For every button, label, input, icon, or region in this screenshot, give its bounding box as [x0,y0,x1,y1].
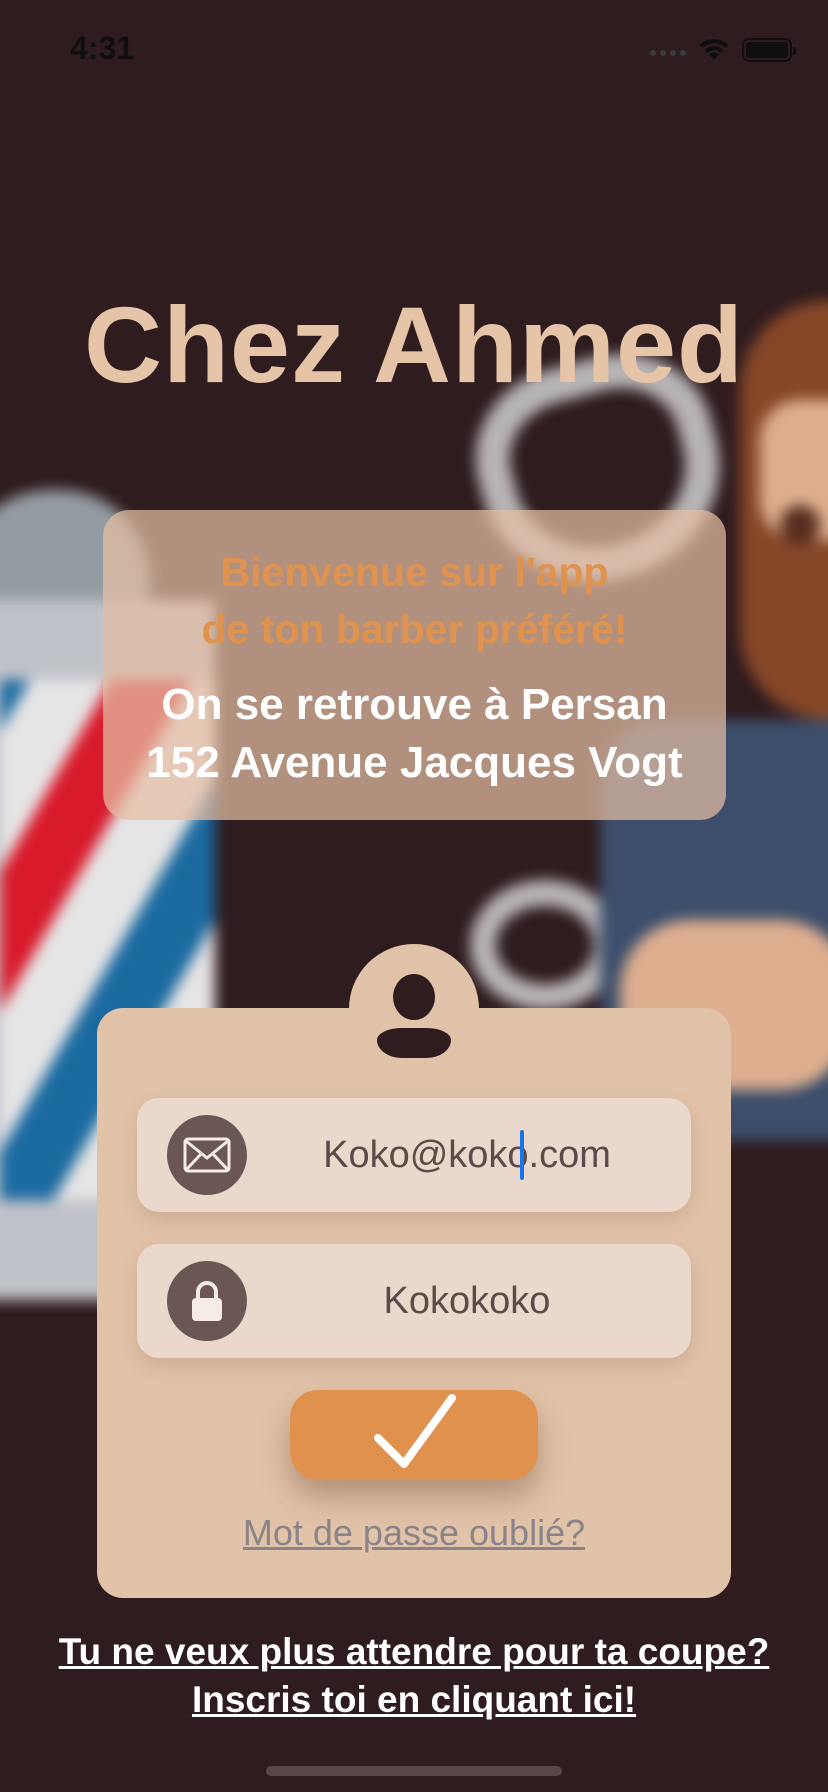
login-screen: 4:31 Chez Ahmed Bienvenue sur l'app de t… [0,0,828,1792]
address-block: On se retrouve à Persan 152 Avenue Jacqu… [103,676,726,792]
cellular-signal-icon [650,50,686,56]
login-card: Mot de passe oublié? [97,1008,731,1598]
barber-eye [780,505,820,545]
checkmark-icon [374,1394,456,1468]
envelope-icon [167,1115,247,1195]
address-line-1: On se retrouve à Persan [161,680,668,729]
signup-link-line-2[interactable]: Inscris toi en cliquant ici! [192,1679,636,1720]
battery-icon [742,38,796,62]
forgot-password-link[interactable]: Mot de passe oublié? [97,1512,731,1554]
welcome-line-1: Bienvenue sur l'app [220,549,609,595]
lock-icon [167,1261,247,1341]
signup-link-line-1[interactable]: Tu ne veux plus attendre pour ta coupe? [59,1631,770,1672]
app-title: Chez Ahmed [83,284,745,405]
submit-button[interactable] [290,1390,538,1480]
status-bar: 4:31 [0,0,828,100]
wifi-icon [699,38,729,60]
welcome-card: Bienvenue sur l'app de ton barber préfér… [103,510,726,820]
scissors-handle [470,880,620,1010]
home-indicator[interactable] [266,1766,562,1776]
welcome-line-2: de ton barber préféré! [201,606,628,652]
email-field[interactable] [137,1098,691,1212]
password-input[interactable] [257,1244,677,1358]
address-line-2: 152 Avenue Jacques Vogt [146,738,683,787]
email-input[interactable] [257,1098,677,1212]
status-time: 4:31 [70,30,135,66]
user-icon [349,944,479,1074]
signup-prompt: Tu ne veux plus attendre pour ta coupe? … [0,1628,828,1724]
text-caret [520,1130,524,1180]
password-field[interactable] [137,1244,691,1358]
